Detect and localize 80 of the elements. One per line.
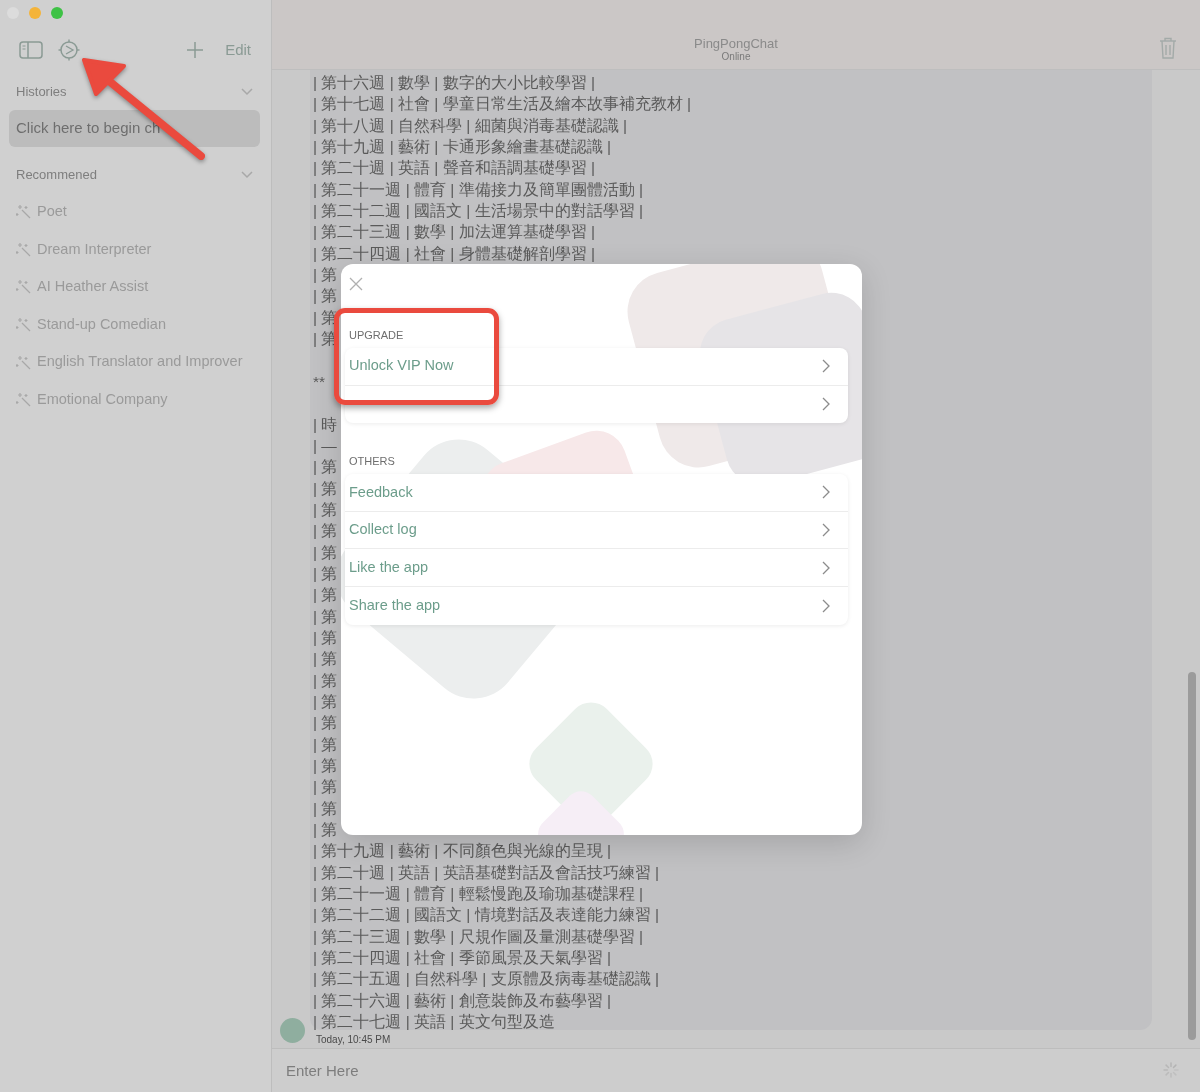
sparkle-wand-icon[interactable] [16,317,31,333]
settings-row[interactable]: Like the app [345,549,848,587]
section-title: Recommened [16,166,97,185]
settings-row[interactable]: Share the app [345,586,848,625]
chevron-right-icon [822,560,830,575]
scrollbar[interactable] [1188,672,1196,1040]
message-text: | 第二十二週 | 國語文 | 情境對話及表達能力練習 | [313,905,659,926]
close-icon[interactable] [349,277,363,291]
edit-button[interactable]: Edit [225,38,251,62]
message-text: | 第十七週 | 社會 | 學童日常生活及繪本故事補充教材 | [313,94,691,115]
message-text: | 第二十四週 | 社會 | 身體基礎解剖學習 | [313,243,595,264]
chevron-right-icon [822,359,830,374]
message-text: | 第 [313,499,338,520]
message-text: | 第二十週 | 英語 | 英語基礎對話及會話技巧練習 | [313,862,659,883]
message-text: | 第十六週 | 數學 | 數字的大小比較學習 | [313,73,595,93]
settings-row[interactable]: Feedback [345,474,848,512]
message-text: | 第二十三週 | 數學 | 加法運算基礎學習 | [313,222,595,243]
message-text: | 第二十五週 | 自然科學 | 支原體及病毒基礎認識 | [313,969,659,990]
sparkle-wand-icon[interactable] [16,241,31,257]
message-text: | 第 [313,777,338,798]
timestamp: Today, 10:45 PM [316,1033,391,1046]
section-title: Histories [16,83,67,102]
message-text: | 第二十四週 | 社會 | 季節風景及天氣學習 | [313,948,611,969]
message-text: | 第 [313,585,338,606]
message-text: | 第二十一週 | 體育 | 輕鬆慢跑及瑜珈基礎課程 | [313,884,643,905]
message-text: | 第 [313,691,338,712]
message-text: | 第二十週 | 英語 | 聲音和語調基礎學習 | [313,158,595,179]
message-text: | 第 [313,756,338,776]
message-text: | 第十九週 | 藝術 | 不同顏色與光線的呈現 | [313,841,611,862]
gear-icon[interactable] [58,39,80,61]
plus-icon[interactable] [187,42,204,58]
message-text: | 第 [313,649,338,670]
sparkle-wand-icon[interactable] [16,204,31,220]
message-text: | 第 [313,265,338,286]
section-label: OTHERS [348,454,396,469]
message-text: | 第 [313,713,338,734]
message-text: | 第 [313,286,338,307]
trash-icon[interactable] [1159,37,1177,59]
settings-row[interactable]: Unlock VIP Now [345,348,848,386]
chevron-right-icon [822,397,830,412]
message-text: | 第二十三週 | 數學 | 尺規作圖及量測基礎學習 | [313,926,643,947]
status-text: Online [721,51,751,63]
message-text: | 第 [313,521,338,542]
chevron-right-icon [822,598,830,613]
sparkle-wand-icon[interactable] [16,392,31,408]
message-text: | 第 [313,670,338,691]
message-text: | 第十八週 | 自然科學 | 細菌與消毒基礎認識 | [313,115,627,136]
message-text: | 第 [313,457,338,478]
chevron-down-icon[interactable] [241,86,253,98]
section-label: UPGRADE [348,328,405,342]
message-text: | 第 [313,563,338,584]
message-text: | 第 [313,820,338,841]
chevron-down-icon[interactable] [241,169,253,181]
message-text: | 第 [313,798,338,819]
window-control[interactable] [51,7,63,19]
sparkle-wand-icon[interactable] [16,354,31,370]
message-text: | 時 [313,414,338,435]
chevron-right-icon [822,485,830,500]
window-control[interactable] [29,7,41,19]
message-text: | 第 [313,478,338,499]
sidebar-item[interactable]: Click here to begin ch [9,110,260,147]
sparkle-wand-icon[interactable] [16,279,31,295]
sidebar-toggle-icon[interactable] [19,40,43,60]
message-text: | 第二十六週 | 藝術 | 創意裝飾及布藝學習 | [313,990,611,1011]
message-text: | 第二十二週 | 國語文 | 生活場景中的對話學習 | [313,201,643,222]
message-text: | 第二十一週 | 體育 | 準備接力及簡單團體活動 | [313,179,643,200]
message-text: | 第二十七週 | 英語 | 英文句型及造 [313,1012,555,1033]
message-text: | 第 [313,627,338,648]
chevron-right-icon [822,523,830,538]
message-text: | — [313,435,337,456]
message-text: ** [313,371,326,392]
settings-row[interactable]: Collect log [345,511,848,550]
message-text: | 第 [313,606,338,627]
message-text: | 第 [313,734,338,755]
message-text: | 第十九週 | 藝術 | 卡通形象繪畫基礎認識 | [313,137,611,158]
avatar [280,1018,305,1043]
message-input[interactable]: Enter Here [272,1048,1200,1092]
chat-title: PingPongChat [694,36,778,51]
message-text: | 第 [313,542,338,563]
loading-spinner-icon [1163,1062,1179,1078]
